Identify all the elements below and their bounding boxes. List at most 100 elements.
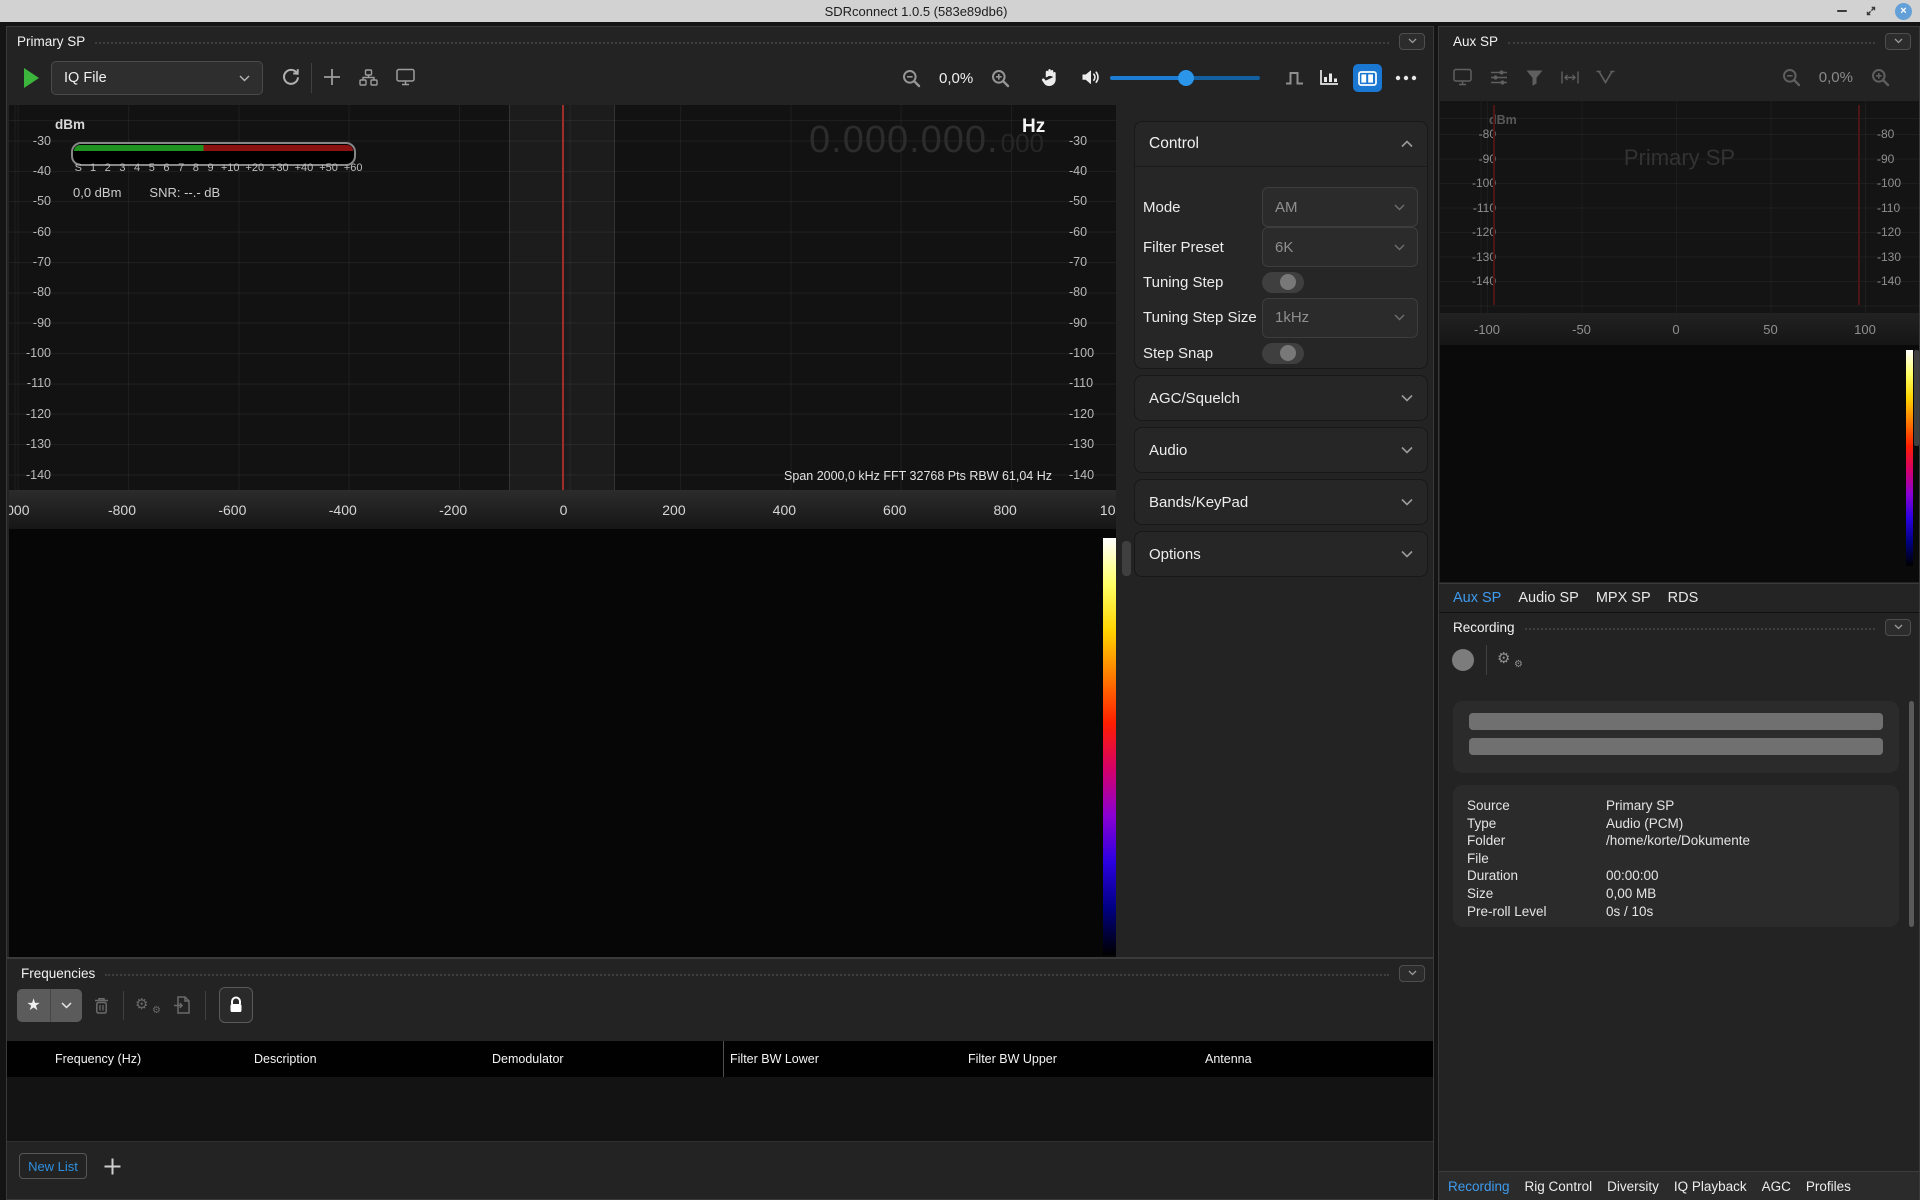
title-bar: SDRconnect 1.0.5 (583e89db6) ×	[0, 0, 1920, 22]
audio-section[interactable]: Audio	[1134, 427, 1428, 473]
aux-settings-button[interactable]	[1489, 69, 1509, 86]
tab-audio-sp[interactable]: Audio SP	[1518, 590, 1578, 606]
info-label: Type	[1467, 815, 1606, 833]
zoom-in-button[interactable]	[990, 68, 1011, 89]
restore-button[interactable]	[1865, 5, 1877, 17]
tuning-step-toggle[interactable]	[1262, 272, 1304, 293]
waterfall-scrollbar-thumb[interactable]	[1122, 541, 1131, 576]
s-meter-tick: 1	[86, 162, 101, 174]
column-header[interactable]: Frequency (Hz)	[7, 1052, 206, 1066]
primary-toolbar: IQ File	[7, 55, 1433, 101]
tab-agc[interactable]: AGC	[1762, 1179, 1791, 1194]
tab-recording[interactable]: Recording	[1448, 1179, 1510, 1194]
info-value: Audio (PCM)	[1606, 815, 1899, 833]
window-title: SDRconnect 1.0.5 (583e89db6)	[825, 4, 1096, 19]
aux-zoom-out-button[interactable]	[1781, 67, 1802, 88]
step-snap-label: Step Snap	[1143, 345, 1213, 362]
gears-icon: ⚙⚙	[135, 997, 159, 1012]
signal-step-button[interactable]	[1285, 71, 1306, 86]
tab-mpx-sp[interactable]: MPX SP	[1596, 590, 1651, 606]
chevron-down-icon	[1894, 624, 1903, 630]
column-header[interactable]: Description	[206, 1052, 444, 1066]
frequency-display[interactable]: 0.000.000. 000	[809, 119, 1044, 162]
tuning-step-size-select[interactable]: 1kHz	[1262, 298, 1418, 338]
favorite-button[interactable]: ★	[17, 989, 51, 1022]
bands-keypad-section[interactable]: Bands/KeyPad	[1134, 479, 1428, 525]
record-button[interactable]	[1452, 649, 1474, 671]
control-section-header[interactable]: Control	[1135, 122, 1427, 167]
aux-spectrum[interactable]: dBm Primary SP -80-90-100-110-120-130-14…	[1440, 101, 1919, 313]
tab-rds[interactable]: RDS	[1668, 590, 1699, 606]
pan-button[interactable]	[1041, 67, 1060, 87]
primary-spectrum[interactable]: dBm -30-40-50-60-70-80-90-100-110-120-13…	[9, 105, 1116, 490]
add-list-button[interactable]	[103, 1157, 122, 1176]
tab-diversity[interactable]: Diversity	[1607, 1179, 1659, 1194]
aux-display-button[interactable]	[1453, 68, 1473, 86]
split-view-button[interactable]	[1353, 64, 1382, 92]
new-list-button[interactable]: New List	[19, 1153, 87, 1179]
chevron-down-icon	[1394, 204, 1405, 211]
s-meter-tick: +10	[218, 162, 243, 174]
column-header[interactable]: Filter BW Upper	[920, 1052, 1157, 1066]
aux-zoom-cluster: 0,0%	[1781, 55, 1891, 99]
frequencies-settings-button[interactable]: ⚙⚙	[135, 997, 159, 1012]
aux-notch-button[interactable]	[1596, 69, 1615, 85]
filter-preset-select[interactable]: 6K	[1262, 227, 1418, 267]
tuning-filter-band[interactable]	[509, 105, 615, 490]
lock-button[interactable]	[219, 987, 253, 1023]
pre-roll-progress-bar	[1469, 738, 1883, 755]
aux-waterfall[interactable]	[1440, 345, 1919, 582]
options-section[interactable]: Options	[1134, 531, 1428, 577]
primary-sp-collapse-button[interactable]	[1399, 33, 1425, 50]
import-export-button[interactable]	[173, 995, 192, 1015]
waterfall-color-legend	[1103, 538, 1116, 955]
source-select[interactable]: IQ File	[51, 61, 263, 95]
zoom-out-button[interactable]	[901, 68, 922, 89]
zoom-out-icon	[1781, 67, 1802, 88]
plus-icon	[323, 68, 341, 86]
favorite-dropdown-button[interactable]	[51, 989, 82, 1022]
aux-scrollbar-thumb[interactable]	[1914, 350, 1919, 446]
recording-info-row: Pre-roll Level 0s / 10s	[1467, 903, 1899, 921]
tab-iq-playback[interactable]: IQ Playback	[1674, 1179, 1747, 1194]
volume-slider[interactable]	[1110, 76, 1260, 80]
refresh-button[interactable]	[281, 67, 301, 87]
more-options-button[interactable]	[1395, 75, 1417, 81]
play-button[interactable]	[24, 68, 39, 88]
agc-squelch-section[interactable]: AGC/Squelch	[1134, 375, 1428, 421]
aux-filter-button[interactable]	[1525, 69, 1544, 86]
column-header[interactable]: Antenna	[1157, 1052, 1433, 1066]
mute-button[interactable]	[1081, 69, 1102, 86]
step-snap-toggle[interactable]	[1262, 343, 1304, 364]
agc-squelch-title: AGC/Squelch	[1149, 390, 1240, 407]
s-meter-tick: 9	[203, 162, 218, 174]
tab-aux-sp[interactable]: Aux SP	[1453, 590, 1501, 606]
network-button[interactable]	[359, 69, 378, 86]
mode-select[interactable]: AM	[1262, 187, 1418, 227]
frequency-axis[interactable]: -1000-800-600-400-20002004006008001000	[9, 490, 1116, 529]
aux-zoom-in-button[interactable]	[1870, 67, 1891, 88]
frequencies-panel: Frequencies ★ ⚙⚙	[6, 958, 1434, 1200]
volume-slider-knob[interactable]	[1178, 70, 1194, 86]
frequencies-collapse-button[interactable]	[1399, 965, 1425, 982]
add-button[interactable]	[323, 68, 341, 86]
frequencies-table-body[interactable]	[7, 1077, 1433, 1142]
recording-scrollbar[interactable]	[1909, 701, 1914, 927]
tuning-frequency-line[interactable]	[562, 105, 564, 490]
spectrum-view-button[interactable]	[1319, 69, 1340, 86]
minimize-button[interactable]	[1837, 10, 1847, 12]
tab-profiles[interactable]: Profiles	[1806, 1179, 1851, 1194]
recording-collapse-button[interactable]	[1885, 619, 1911, 636]
aux-sp-collapse-button[interactable]	[1885, 33, 1911, 50]
close-button[interactable]: ×	[1895, 3, 1912, 20]
column-header[interactable]: Filter BW Lower	[682, 1052, 920, 1066]
column-header[interactable]: Demodulator	[444, 1052, 682, 1066]
tab-rig-control[interactable]: Rig Control	[1525, 1179, 1593, 1194]
toolbar-divider	[311, 63, 312, 93]
primary-waterfall[interactable]	[9, 529, 1116, 957]
display-button[interactable]	[396, 68, 415, 86]
recording-settings-button[interactable]: ⚙⚙	[1497, 651, 1521, 666]
aux-span-button[interactable]	[1560, 70, 1580, 85]
s-meter-tick: 6	[159, 162, 174, 174]
delete-button[interactable]	[93, 996, 110, 1015]
